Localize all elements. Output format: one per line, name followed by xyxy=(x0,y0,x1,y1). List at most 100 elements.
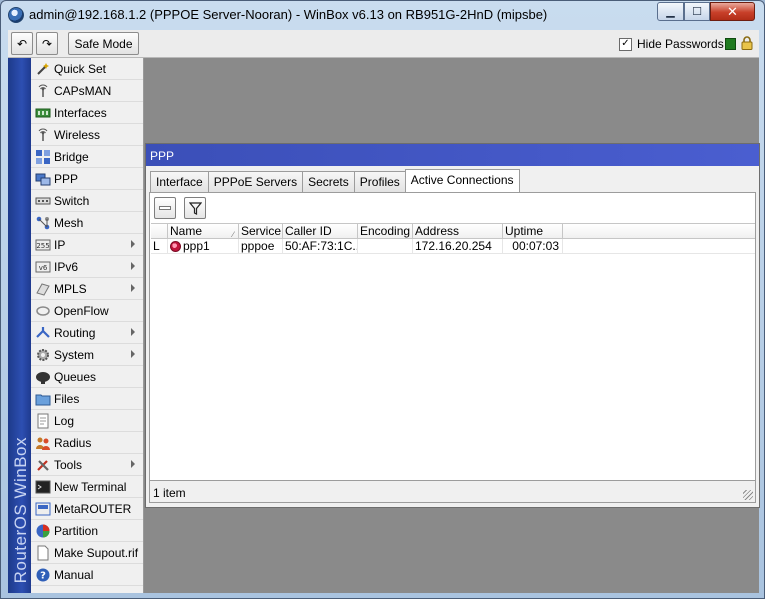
minus-icon xyxy=(159,206,171,210)
sidebar-item-label: PPP xyxy=(54,171,79,186)
sidebar-item-label: MetaROUTER xyxy=(54,501,132,516)
sidebar-item-metarouter[interactable]: MetaROUTER xyxy=(31,498,143,520)
sidebar-item-label: IP xyxy=(54,237,66,252)
workspace: RouterOS WinBox Quick Set CAPsMAN Interfac… xyxy=(8,58,760,593)
column-header[interactable]: Uptime xyxy=(503,224,563,238)
cell-text: 172.16.20.254 xyxy=(415,239,492,253)
interfaces-icon xyxy=(35,105,51,121)
winbox-app-icon xyxy=(8,7,24,23)
metarouter-icon xyxy=(35,501,51,517)
sidebar-item-label: CAPsMAN xyxy=(54,83,112,98)
cell-uptime: 00:07:03 xyxy=(503,239,563,253)
tab-active-connections[interactable]: Active Connections xyxy=(404,169,520,192)
table-row[interactable]: Lppp1 pppoe 50:AF:73:1C... 172.16.20.254 00:… xyxy=(151,239,755,254)
filter-button[interactable] xyxy=(184,197,206,219)
hide-passwords-label: Hide Passwords xyxy=(637,37,724,51)
sidebar-item-mesh[interactable]: Mesh xyxy=(31,212,143,234)
tab-profiles[interactable]: Profiles xyxy=(353,171,406,192)
tab-interface[interactable]: Interface xyxy=(150,171,209,192)
sidebar-item-system[interactable]: System xyxy=(31,344,143,366)
sidebar-item-capsman[interactable]: CAPsMAN xyxy=(31,80,143,102)
maximize-icon: ☐ xyxy=(692,6,702,18)
sidebar-item-ip[interactable]: 255 IP xyxy=(31,234,143,256)
sidebar-item-label: Radius xyxy=(54,435,92,450)
sidebar-item-radius[interactable]: Radius xyxy=(31,432,143,454)
sidebar-item-bridge[interactable]: Bridge xyxy=(31,146,143,168)
sidebar-item-label: Tools xyxy=(54,457,83,472)
hide-passwords-checkbox[interactable]: ✓ xyxy=(619,37,632,51)
cell-text: pppoe xyxy=(241,239,275,253)
sidebar-item-mpls[interactable]: MPLS xyxy=(31,278,143,300)
cell-encoding xyxy=(358,239,413,253)
sidebar-item-label: Bridge xyxy=(54,149,89,164)
sidebar-item-label: Make Supout.rif xyxy=(54,545,139,560)
column-header[interactable] xyxy=(563,224,755,238)
tab-secrets[interactable]: Secrets xyxy=(302,171,355,192)
sidebar-item-quick-set[interactable]: Quick Set xyxy=(31,58,143,80)
brand-text: RouterOS WinBox xyxy=(11,436,30,583)
sidebar-item-log[interactable]: Log xyxy=(31,410,143,432)
sidebar-item-label: Routing xyxy=(54,325,96,340)
routing-icon xyxy=(35,325,51,341)
sidebar-item-tools[interactable]: Tools xyxy=(31,454,143,476)
sidebar-item-ipv6[interactable]: v6 IPv6 xyxy=(31,256,143,278)
sidebar-item-queues[interactable]: Queues xyxy=(31,366,143,388)
table-body: Lppp1 pppoe 50:AF:73:1C... 172.16.20.254 00:… xyxy=(151,239,755,254)
safe-mode-button[interactable]: Safe Mode xyxy=(68,32,139,55)
antenna-icon xyxy=(35,127,51,143)
sidebar-item-label: Partition xyxy=(54,523,99,538)
main-toolbar: ↶ ↷ Safe Mode ✓ Hide Passwords xyxy=(8,30,759,58)
ppp-window-title[interactable]: PPP xyxy=(146,144,759,166)
column-header[interactable]: Name ∕ xyxy=(168,224,239,238)
filter-icon xyxy=(188,201,202,215)
ppp-tabs: Interface PPPoE Servers Secrets Profiles Act… xyxy=(150,169,520,192)
window-title: admin@192.168.1.2 (PPPOE Server-Nooran) … xyxy=(29,7,548,22)
cell-name: ppp1 xyxy=(168,239,239,253)
submenu-arrow-icon xyxy=(131,262,135,270)
column-header[interactable]: Caller ID xyxy=(283,224,358,238)
tab-pppoe-servers[interactable]: PPPoE Servers xyxy=(207,171,304,192)
ppp-window: PPP Interface PPPoE Servers Secrets Profile… xyxy=(145,143,760,508)
column-header[interactable]: Address xyxy=(413,224,503,238)
submenu-arrow-icon xyxy=(131,284,135,292)
sidebar-item-label: New Terminal xyxy=(54,479,127,494)
minimize-button[interactable]: ▁ xyxy=(657,2,684,21)
sidebar-item-label: Log xyxy=(54,413,75,428)
sidebar-item-partition[interactable]: Partition xyxy=(31,520,143,542)
column-header[interactable]: Service xyxy=(239,224,283,238)
sidebar-item-files[interactable]: Files xyxy=(31,388,143,410)
sidebar-item-wireless[interactable]: Wireless xyxy=(31,124,143,146)
redo-button[interactable]: ↷ xyxy=(36,32,58,55)
close-button[interactable]: ✕ xyxy=(710,2,755,21)
sort-indicator-icon: ∕ xyxy=(232,230,234,238)
svg-text:255: 255 xyxy=(36,242,49,250)
undo-button[interactable]: ↶ xyxy=(11,32,33,55)
winbox-window: admin@192.168.1.2 (PPPOE Server-Nooran) … xyxy=(0,0,765,599)
title-bar[interactable]: admin@192.168.1.2 (PPPOE Server-Nooran) … xyxy=(1,1,764,29)
remove-button[interactable] xyxy=(154,197,176,219)
sidebar-item-label: Manual xyxy=(54,567,94,582)
sidebar-item-openflow[interactable]: OpenFlow xyxy=(31,300,143,322)
bridge-icon xyxy=(35,149,51,165)
hide-passwords-toggle[interactable]: ✓ Hide Passwords xyxy=(619,37,724,51)
document-icon xyxy=(35,545,51,561)
cell-address: 172.16.20.254 xyxy=(413,239,503,253)
column-header[interactable] xyxy=(151,224,168,238)
submenu-arrow-icon xyxy=(131,460,135,468)
sidebar-item-make-supout-rif[interactable]: Make Supout.rif xyxy=(31,542,143,564)
sidebar-item-new-terminal[interactable]: New Terminal xyxy=(31,476,143,498)
sidebar-item-switch[interactable]: Switch xyxy=(31,190,143,212)
resize-grip-icon[interactable] xyxy=(743,490,753,500)
sidebar-item-label: System xyxy=(54,347,95,362)
folder-icon xyxy=(35,391,51,407)
sidebar-item-routing[interactable]: Routing xyxy=(31,322,143,344)
active-connections-panel: Name ∕ Service Caller ID Encoding Address Upti… xyxy=(149,192,756,503)
gear-icon xyxy=(35,347,51,363)
close-icon: ✕ xyxy=(727,3,738,19)
sidebar-item-ppp[interactable]: PPP xyxy=(31,168,143,190)
column-header[interactable]: Encoding xyxy=(358,224,413,238)
sidebar-item-interfaces[interactable]: Interfaces xyxy=(31,102,143,124)
maximize-button[interactable]: ☐ xyxy=(684,2,710,21)
cell-text: L xyxy=(153,239,160,253)
sidebar-item-manual[interactable]: ? Manual xyxy=(31,564,143,586)
